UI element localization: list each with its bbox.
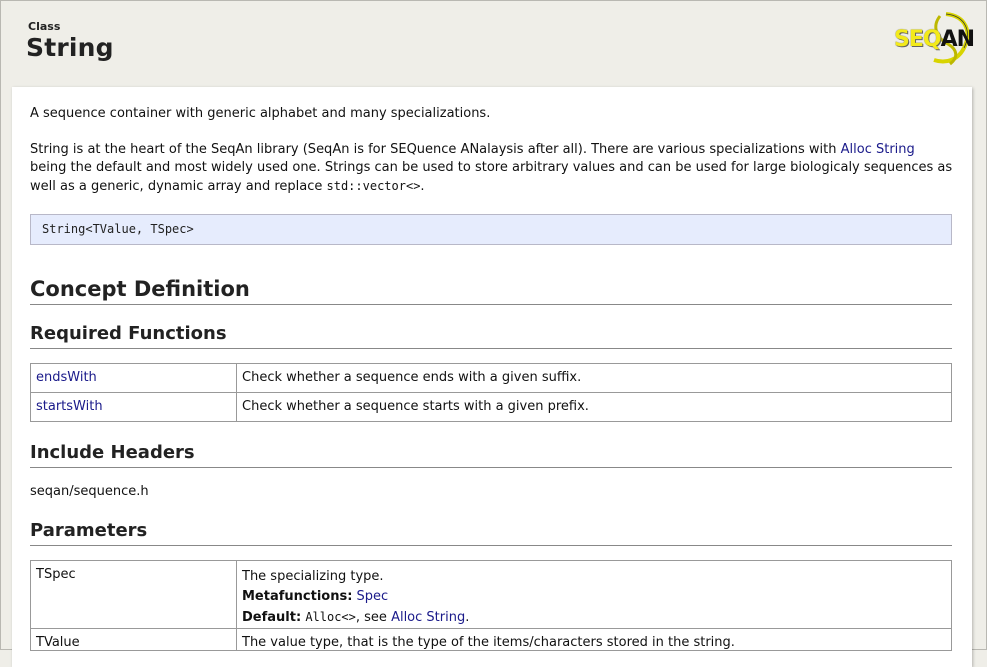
parameter-name-cell: TValue <box>30 628 237 651</box>
logo-wordmark: SEQAN <box>894 27 975 52</box>
page-header: Class String SEQAN <box>0 0 987 86</box>
function-name-cell: endsWith <box>30 363 237 393</box>
page-kind-label: Class <box>28 20 61 33</box>
description-text-2: being the default and most widely used o… <box>30 160 953 194</box>
parameter-metafunctions: Metafunctions: Spec <box>242 587 946 607</box>
seqan-logo[interactable]: SEQAN <box>888 10 975 66</box>
logo-wordmark-an: AN <box>940 27 975 52</box>
alloc-string-link[interactable]: Alloc String <box>841 142 915 157</box>
function-name-cell: startsWith <box>30 392 237 422</box>
heading-concept-definition: Concept Definition <box>30 277 952 305</box>
endswith-link[interactable]: endsWith <box>36 370 97 385</box>
heading-include-headers: Include Headers <box>30 442 952 468</box>
heading-parameters: Parameters <box>30 520 952 546</box>
page-title: String <box>26 33 114 62</box>
description-text-end: . <box>420 179 425 194</box>
default-code: Alloc<> <box>305 610 356 624</box>
class-description: String is at the heart of the SeqAn libr… <box>30 141 955 196</box>
table-row: startsWith Check whether a sequence star… <box>30 392 952 422</box>
parameter-default: Default: Alloc<>, see Alloc String. <box>242 607 946 628</box>
description-text: String is at the heart of the SeqAn libr… <box>30 142 841 157</box>
signature-box: String<TValue, TSpec> <box>30 214 952 245</box>
content-panel: A sequence container with generic alphab… <box>12 87 972 667</box>
parameter-desc-cell: The specializing type. Metafunctions: Sp… <box>236 560 952 629</box>
default-end: . <box>465 610 470 625</box>
table-row: TSpec The specializing type. Metafunctio… <box>30 560 952 629</box>
required-functions-table: endsWith Check whether a sequence ends w… <box>30 363 952 422</box>
alloc-string-default-link[interactable]: Alloc String <box>391 610 465 625</box>
default-sep: , see <box>355 610 392 625</box>
std-vector-code: std::vector<> <box>326 179 421 193</box>
parameter-desc-cell: The value type, that is the type of the … <box>236 628 952 651</box>
function-desc-cell: Check whether a sequence starts with a g… <box>236 392 952 422</box>
parameter-name-cell: TSpec <box>30 560 237 629</box>
table-row: TValue The value type, that is the type … <box>30 628 952 651</box>
startswith-link[interactable]: startsWith <box>36 399 103 414</box>
metafunctions-label: Metafunctions: <box>242 589 353 604</box>
function-desc-cell: Check whether a sequence ends with a giv… <box>236 363 952 393</box>
logo-wordmark-seq: SEQ <box>894 27 942 52</box>
parameters-table: TSpec The specializing type. Metafunctio… <box>30 560 952 651</box>
default-label: Default: <box>242 610 302 625</box>
heading-required-functions: Required Functions <box>30 323 952 349</box>
parameter-description: The specializing type. <box>242 569 384 584</box>
spec-link[interactable]: Spec <box>357 589 389 604</box>
include-header-path: seqan/sequence.h <box>30 484 149 499</box>
class-summary: A sequence container with generic alphab… <box>30 106 491 121</box>
table-row: endsWith Check whether a sequence ends w… <box>30 363 952 393</box>
